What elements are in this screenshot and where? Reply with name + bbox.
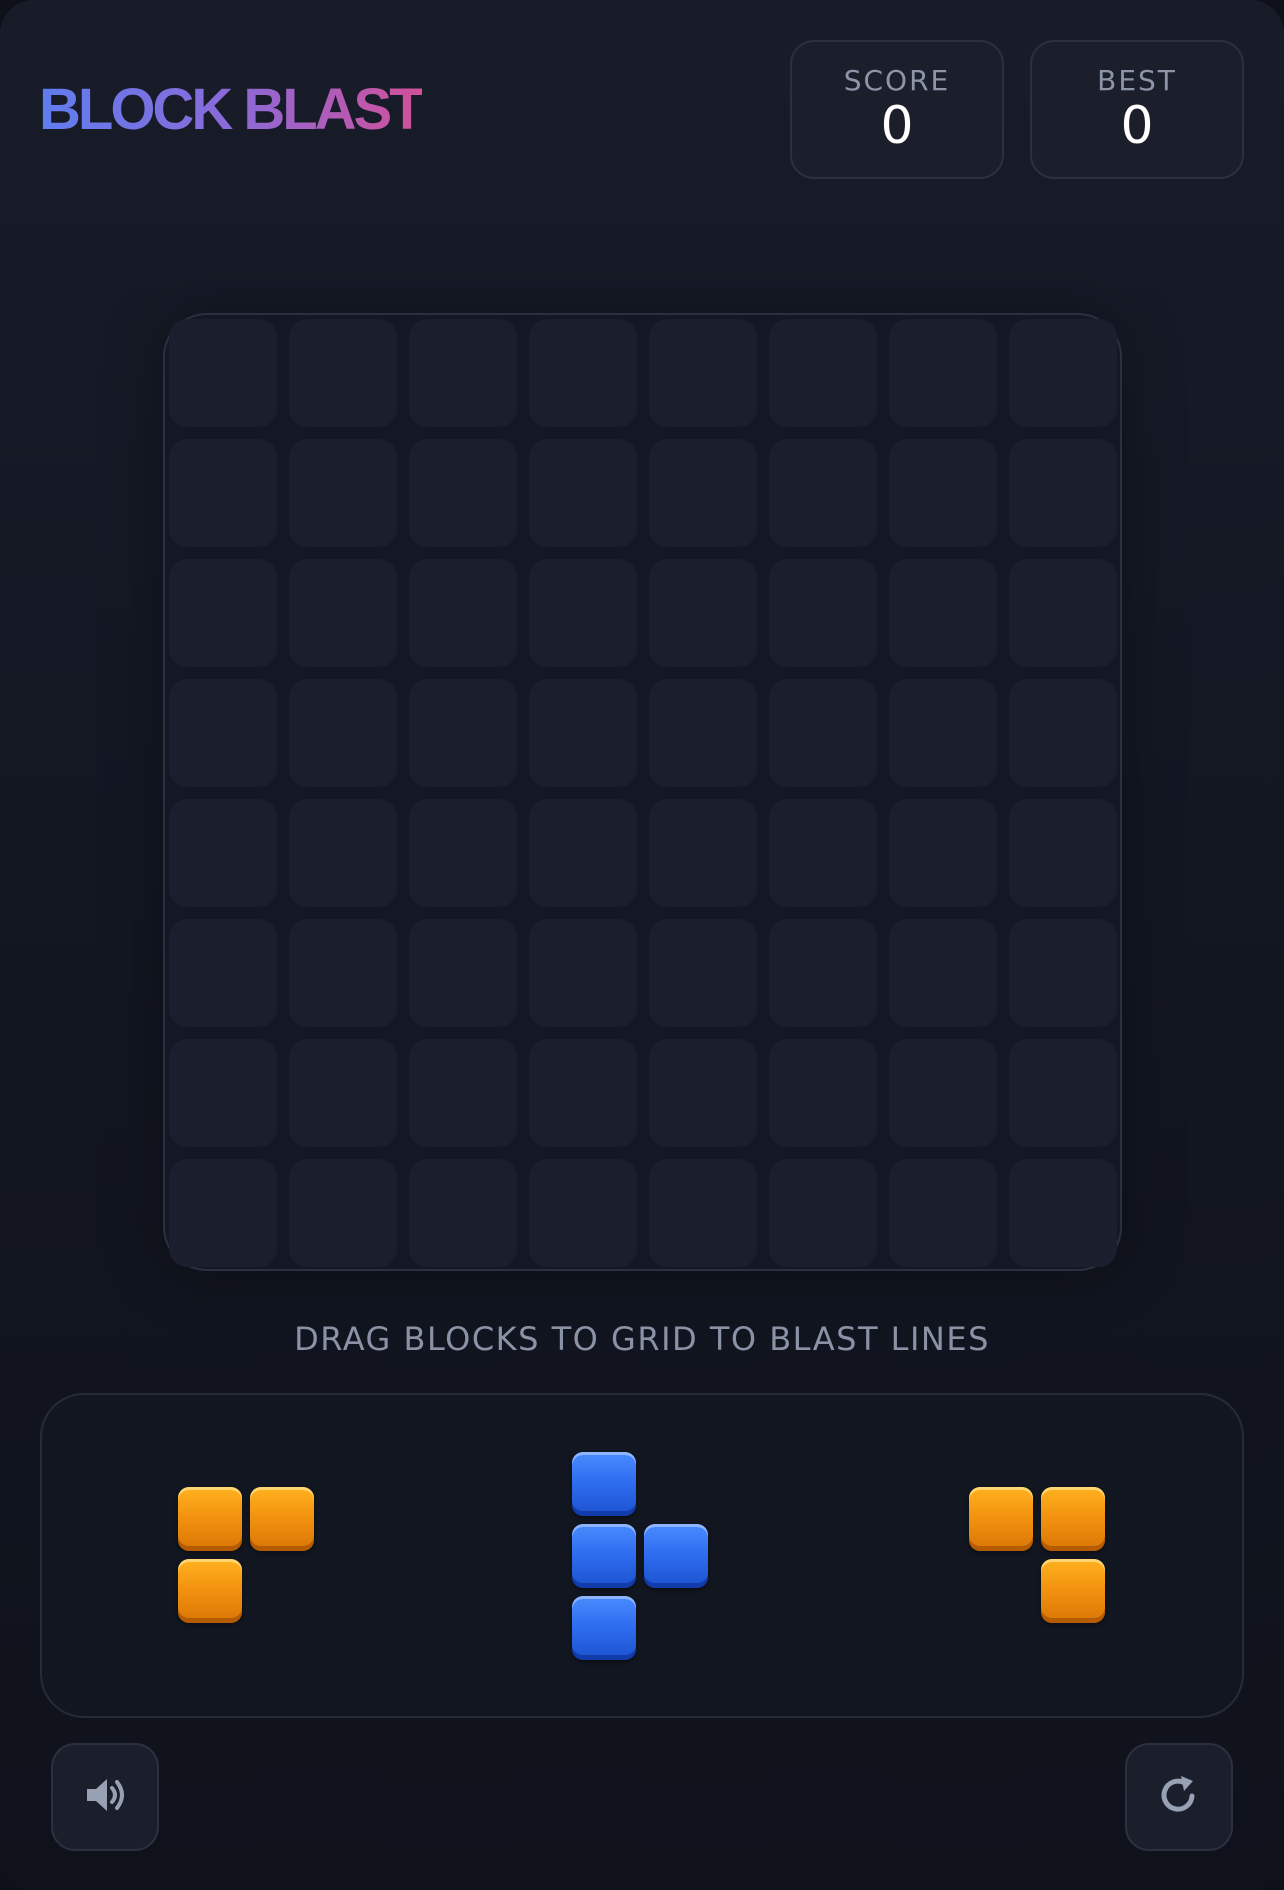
board-cell[interactable] (649, 1159, 757, 1267)
board-cell[interactable] (769, 439, 877, 547)
board-cell[interactable] (169, 319, 277, 427)
board-cell[interactable] (529, 799, 637, 907)
board-cell[interactable] (1009, 1159, 1117, 1267)
board-cell[interactable] (889, 439, 997, 547)
board-cell[interactable] (649, 679, 757, 787)
board-cell[interactable] (169, 799, 277, 907)
piece-tray (40, 1393, 1244, 1718)
best-score-label: BEST (1097, 64, 1177, 97)
board-cell[interactable] (769, 919, 877, 1027)
board-cell[interactable] (529, 319, 637, 427)
board-cell[interactable] (169, 919, 277, 1027)
board-cell[interactable] (409, 919, 517, 1027)
piece-block (572, 1596, 636, 1660)
restart-icon (1155, 1771, 1203, 1824)
game-board[interactable] (163, 313, 1122, 1271)
piece-block (250, 1487, 314, 1551)
board-cell[interactable] (889, 919, 997, 1027)
board-cell[interactable] (529, 919, 637, 1027)
board-cell[interactable] (649, 919, 757, 1027)
board-cell[interactable] (169, 1039, 277, 1147)
board-cell[interactable] (289, 1159, 397, 1267)
game-container: BLOCK BLAST SCORE 0 BEST 0 DRAG BLOCKS T… (0, 0, 1284, 1890)
board-cell[interactable] (529, 559, 637, 667)
board-cell[interactable] (1009, 679, 1117, 787)
board-cell[interactable] (769, 319, 877, 427)
board-cell[interactable] (1009, 919, 1117, 1027)
board-cell[interactable] (649, 319, 757, 427)
board-cell[interactable] (409, 319, 517, 427)
best-score-card: BEST 0 (1030, 40, 1244, 179)
board-cell[interactable] (769, 559, 877, 667)
board-cell[interactable] (649, 559, 757, 667)
board-cell[interactable] (649, 1039, 757, 1147)
board-grid[interactable] (169, 319, 1120, 1267)
board-cell[interactable] (889, 559, 997, 667)
board-cell[interactable] (1009, 319, 1117, 427)
board-cell[interactable] (409, 679, 517, 787)
board-cell[interactable] (649, 799, 757, 907)
instruction-text: DRAG BLOCKS TO GRID TO BLAST LINES (294, 1320, 990, 1358)
board-cell[interactable] (889, 319, 997, 427)
piece-block (1041, 1559, 1105, 1623)
board-cell[interactable] (1009, 559, 1117, 667)
board-cell[interactable] (889, 679, 997, 787)
board-cell[interactable] (289, 799, 397, 907)
board-cell[interactable] (1009, 1039, 1117, 1147)
piece-block (644, 1524, 708, 1588)
board-cell[interactable] (169, 679, 277, 787)
score-card: SCORE 0 (790, 40, 1004, 179)
score-value: 0 (880, 96, 914, 156)
board-cell[interactable] (409, 439, 517, 547)
board-cell[interactable] (169, 439, 277, 547)
piece-block (1041, 1487, 1105, 1551)
board-cell[interactable] (289, 319, 397, 427)
board-cell[interactable] (529, 1159, 637, 1267)
board-cell[interactable] (289, 559, 397, 667)
board-cell[interactable] (409, 799, 517, 907)
board-cell[interactable] (769, 1039, 877, 1147)
board-cell[interactable] (169, 559, 277, 667)
board-cell[interactable] (409, 559, 517, 667)
board-cell[interactable] (289, 1039, 397, 1147)
board-cell[interactable] (529, 679, 637, 787)
game-logo: BLOCK BLAST (39, 74, 425, 146)
board-cell[interactable] (769, 1159, 877, 1267)
board-cell[interactable] (889, 799, 997, 907)
board-cell[interactable] (409, 1159, 517, 1267)
best-score-value: 0 (1120, 96, 1154, 156)
piece-block (178, 1487, 242, 1551)
speaker-icon (81, 1771, 129, 1824)
piece-block (178, 1559, 242, 1623)
board-cell[interactable] (889, 1039, 997, 1147)
piece-block (572, 1452, 636, 1516)
board-cell[interactable] (529, 439, 637, 547)
board-cell[interactable] (529, 1039, 637, 1147)
score-label: SCORE (843, 64, 951, 97)
board-cell[interactable] (409, 1039, 517, 1147)
sound-toggle-button[interactable] (51, 1743, 159, 1851)
restart-button[interactable] (1125, 1743, 1233, 1851)
piece-block (572, 1524, 636, 1588)
piece-block (969, 1487, 1033, 1551)
board-cell[interactable] (289, 919, 397, 1027)
board-cell[interactable] (1009, 799, 1117, 907)
board-cell[interactable] (289, 439, 397, 547)
board-cell[interactable] (289, 679, 397, 787)
board-cell[interactable] (1009, 439, 1117, 547)
board-cell[interactable] (769, 799, 877, 907)
board-cell[interactable] (769, 679, 877, 787)
board-cell[interactable] (169, 1159, 277, 1267)
board-cell[interactable] (649, 439, 757, 547)
board-cell[interactable] (889, 1159, 997, 1267)
